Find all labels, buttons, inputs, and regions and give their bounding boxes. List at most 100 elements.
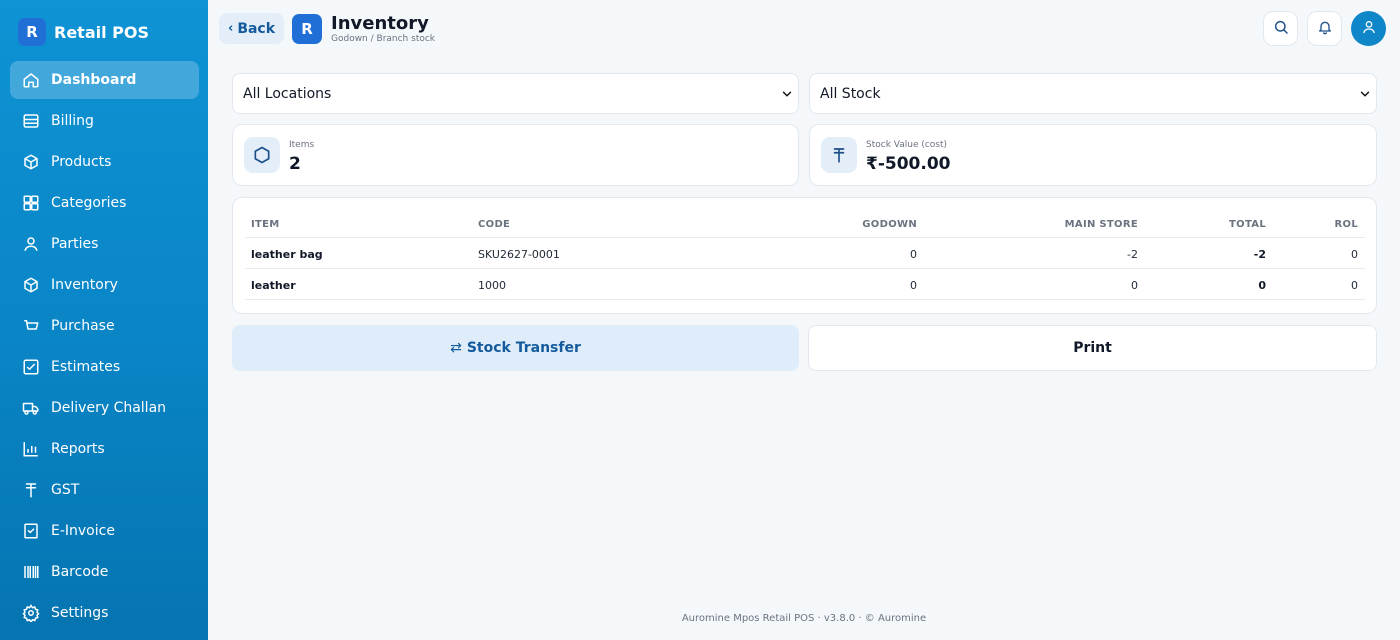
chart-icon — [22, 440, 40, 458]
column-header-godown: GODOWN — [862, 219, 917, 230]
sidebar-item-gst[interactable]: GST — [10, 471, 199, 509]
sidebar-item-label: GST — [51, 482, 80, 498]
cell-code: SKU2627-0001 — [478, 248, 560, 261]
grid-icon — [22, 194, 40, 212]
items-stat-card: Items 2 — [232, 124, 799, 186]
column-header-code: CODE — [478, 219, 511, 230]
brand-name: Retail POS — [54, 22, 150, 42]
checklist-icon — [22, 358, 40, 376]
stock-transfer-button[interactable]: ⇄ Stock Transfer — [232, 325, 799, 371]
sidebar-item-label: Billing — [51, 113, 94, 129]
box-icon — [22, 153, 40, 171]
divider — [245, 299, 1365, 300]
search-button[interactable] — [1263, 11, 1298, 46]
sidebar-item-barcode[interactable]: Barcode — [10, 553, 199, 591]
cell-main-store: 0 — [1131, 279, 1138, 292]
sidebar-item-delivery-challan[interactable]: Delivery Challan — [10, 389, 199, 427]
cell-main-store: -2 — [1127, 248, 1138, 261]
back-button-label: Back — [237, 20, 276, 37]
print-button[interactable]: Print — [808, 325, 1377, 371]
stock-filter-select[interactable]: All Stock — [809, 73, 1377, 114]
stock-transfer-label: Stock Transfer — [466, 340, 581, 356]
sidebar-item-reports[interactable]: Reports — [10, 430, 199, 468]
cell-godown: 0 — [910, 279, 917, 292]
cell-rol: 0 — [1351, 279, 1358, 292]
page-subtitle: Godown / Branch stock — [331, 34, 436, 44]
chevron-down-icon — [1358, 87, 1372, 105]
sidebar-item-e-invoice[interactable]: E-Invoice — [10, 512, 199, 550]
sidebar-item-products[interactable]: Products — [10, 143, 199, 181]
user-icon — [22, 235, 40, 253]
divider — [245, 237, 1365, 238]
chevron-down-icon — [780, 87, 794, 105]
cart-icon — [22, 317, 40, 335]
sidebar-item-purchase[interactable]: Purchase — [10, 307, 199, 345]
sidebar-item-settings[interactable]: Settings — [10, 594, 199, 632]
user-icon — [1361, 19, 1377, 39]
column-header-main-store: MAIN STORE — [1064, 219, 1138, 230]
invoice-icon — [22, 522, 40, 540]
truck-icon — [22, 399, 40, 417]
barcode-icon — [22, 563, 40, 581]
home-icon — [22, 71, 40, 89]
sidebar-item-categories[interactable]: Categories — [10, 184, 199, 222]
sidebar-item-label: Parties — [51, 236, 99, 252]
stock-filter-value: All Stock — [820, 85, 881, 102]
stock-value-amount: ₹-500.00 — [866, 154, 951, 174]
column-header-item: ITEM — [251, 219, 280, 230]
print-label: Print — [1073, 340, 1112, 356]
sidebar-item-inventory[interactable]: Inventory — [10, 266, 199, 304]
stock-value-card: Stock Value (cost) ₹-500.00 — [809, 124, 1377, 186]
sidebar-item-label: Delivery Challan — [51, 400, 167, 416]
sidebar-item-label: Reports — [51, 441, 105, 457]
cell-total: -2 — [1253, 248, 1266, 261]
sidebar-item-label: Settings — [51, 605, 109, 621]
cell-item: leather — [251, 279, 296, 292]
back-button[interactable]: ‹ Back — [219, 13, 284, 44]
gear-icon — [22, 604, 40, 622]
sidebar-item-label: Barcode — [51, 564, 109, 580]
sidebar-item-label: Purchase — [51, 318, 115, 334]
sidebar-nav: Dashboard Billing Products Categories Pa… — [10, 61, 199, 635]
rupee-icon — [821, 137, 857, 173]
sidebar-item-label: Estimates — [51, 359, 121, 375]
sidebar-item-dashboard[interactable]: Dashboard — [10, 61, 199, 99]
brand[interactable]: R Retail POS — [18, 18, 149, 46]
avatar[interactable] — [1351, 11, 1386, 46]
sidebar-item-label: Products — [51, 154, 112, 170]
footer-text: Auromine Mpos Retail POS · v3.8.0 · © Au… — [681, 613, 927, 624]
sidebar-item-billing[interactable]: Billing — [10, 102, 199, 140]
billing-icon — [22, 112, 40, 130]
items-stat-value: 2 — [289, 154, 301, 174]
rupee-icon — [22, 481, 40, 499]
sidebar-item-estimates[interactable]: Estimates — [10, 348, 199, 386]
inventory-table: ITEM CODE GODOWN MAIN STORE TOTAL ROL le… — [232, 197, 1377, 314]
divider — [245, 268, 1365, 269]
items-stat-label: Items — [289, 140, 315, 150]
page-title: Inventory — [331, 13, 429, 34]
sidebar-item-parties[interactable]: Parties — [10, 225, 199, 263]
sidebar-item-label: Dashboard — [51, 72, 137, 88]
cell-code: 1000 — [478, 279, 506, 292]
sidebar: R Retail POS Dashboard Billing Products … — [0, 0, 208, 640]
stock-value-label: Stock Value (cost) — [866, 140, 948, 150]
sidebar-item-label: E-Invoice — [51, 523, 115, 539]
location-select[interactable]: All Locations — [232, 73, 799, 114]
sidebar-item-label: Inventory — [51, 277, 118, 293]
cell-godown: 0 — [910, 248, 917, 261]
bell-icon — [1317, 19, 1333, 39]
hexagon-icon — [244, 137, 280, 173]
column-header-rol: ROL — [1334, 219, 1358, 230]
brand-logo: R — [18, 18, 46, 46]
transfer-icon: ⇄ — [450, 340, 462, 356]
notifications-button[interactable] — [1307, 11, 1342, 46]
column-header-total: TOTAL — [1229, 219, 1266, 230]
header-logo: R — [292, 14, 322, 44]
sidebar-item-label: Categories — [51, 195, 127, 211]
cell-total: 0 — [1258, 279, 1266, 292]
search-icon — [1273, 19, 1289, 39]
package-icon — [22, 276, 40, 294]
chevron-left-icon: ‹ — [227, 21, 234, 36]
cell-item: leather bag — [251, 248, 323, 261]
cell-rol: 0 — [1351, 248, 1358, 261]
